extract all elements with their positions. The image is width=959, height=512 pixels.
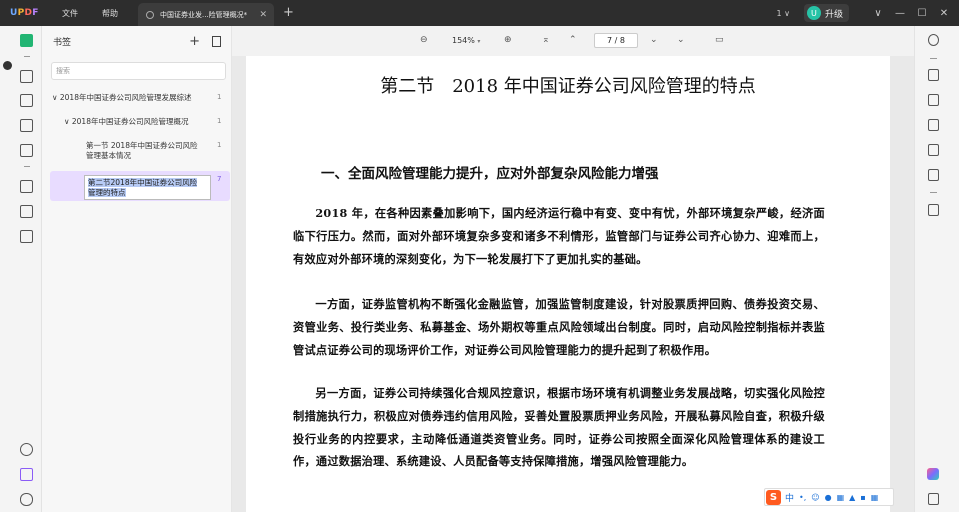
- ai-assistant-icon[interactable]: [927, 468, 939, 480]
- email-icon[interactable]: [928, 169, 939, 181]
- document-tab[interactable]: 中国证券业发...险管理概况* ✕: [138, 3, 274, 26]
- last-page-icon[interactable]: ⌄: [677, 35, 685, 45]
- protect-icon[interactable]: [20, 230, 33, 243]
- bookmark-count: 1: [217, 117, 222, 125]
- rail-divider: [24, 56, 30, 57]
- chevron-down-icon: ∨: [52, 93, 58, 102]
- rail-divider: [24, 166, 30, 167]
- protect-file-icon[interactable]: [928, 119, 939, 131]
- rail-divider: [930, 58, 937, 59]
- app-logo: UPDF: [10, 8, 39, 18]
- skin-icon[interactable]: ▲: [849, 493, 855, 502]
- reader-icon[interactable]: [20, 34, 33, 47]
- new-tab-icon[interactable]: +: [283, 5, 294, 20]
- chat-icon[interactable]: [928, 493, 939, 505]
- bookmark-item-2[interactable]: ∨ 2018年中国证券公司风险管理概况: [64, 117, 188, 127]
- edit-icon[interactable]: [20, 94, 33, 107]
- batch-icon[interactable]: [928, 69, 939, 81]
- section-title: 第二节 2018 年中国证券公司风险管理的特点: [380, 76, 756, 97]
- bookmark-panel-icon[interactable]: [20, 468, 33, 481]
- sogou-logo-icon: S: [766, 489, 781, 505]
- mic-icon[interactable]: ●: [825, 493, 832, 502]
- ime-language[interactable]: 中: [785, 491, 794, 504]
- bookmark-search-input[interactable]: 搜索: [51, 62, 226, 80]
- zoom-dropdown-icon: ▾: [477, 38, 481, 45]
- zoom-level[interactable]: 154% ▾: [452, 36, 480, 45]
- upgrade-label: 升级: [824, 9, 843, 20]
- rail-divider: [930, 192, 937, 193]
- page-number-input[interactable]: 7 / 8: [594, 33, 638, 48]
- right-tool-rail: [914, 26, 959, 512]
- view-toolbar: ⊖ 154% ▾ ⊕ ⌅ ⌃ 7 / 8 ⌄ ⌄ ▭: [232, 26, 914, 56]
- punctuation-icon[interactable]: •,: [799, 493, 806, 502]
- search-icon[interactable]: [928, 34, 939, 46]
- menu-file[interactable]: 文件: [62, 8, 78, 19]
- panel-title: 书签: [53, 37, 72, 48]
- menu-help[interactable]: 帮助: [102, 8, 118, 19]
- title-bar-right: 1 ∨ U 升级 ∨ — ☐ ✕: [776, 0, 959, 26]
- page-tools-icon[interactable]: [20, 144, 33, 157]
- bookmark-count: 1: [217, 141, 222, 149]
- upgrade-button[interactable]: U 升级: [803, 4, 849, 22]
- version-dropdown[interactable]: 1 ∨: [776, 9, 790, 18]
- paragraph: 2018 年，在各种因素叠加影响下，国内经济运行稳中有变、变中有忧，外部环境复杂…: [293, 206, 825, 266]
- ime-toolbar[interactable]: S 中 •, ☺ ● ▦ ▲ ▪ ▦: [764, 488, 894, 506]
- bookmark-count: 1: [217, 93, 222, 101]
- bookmark-item-3[interactable]: 第一节 2018年中国证券公司风险 管理基本情况: [86, 141, 197, 161]
- panel-header: 书签 +: [42, 26, 231, 56]
- form-icon[interactable]: [20, 119, 33, 132]
- maximize-icon[interactable]: ☐: [911, 8, 933, 19]
- paragraph: 一方面，证券监管机构不断强化金融监管，加强监管制度建设，针对股票质押回购、债券投…: [293, 297, 825, 357]
- overflow-icon[interactable]: ∨: [867, 8, 889, 19]
- keyboard-icon[interactable]: ▦: [837, 493, 845, 502]
- save-icon[interactable]: [928, 204, 939, 216]
- pdf-page: 第二节 2018 年中国证券公司风险管理的特点 一、全面风险管理能力提升，应对外…: [246, 56, 890, 512]
- zoom-out-icon[interactable]: ⊖: [420, 35, 428, 45]
- tab-doc-icon: [146, 10, 154, 19]
- convert-icon[interactable]: [928, 94, 939, 106]
- bookmark-item-1[interactable]: ∨ 2018年中国证券公司风险管理发展综述: [52, 93, 191, 103]
- tab-title: 中国证券业发...险管理概况*: [159, 10, 248, 19]
- bookmark-panel: 书签 + 搜索 ∨ 2018年中国证券公司风险管理发展综述 1 ∨ 2018年中…: [42, 26, 232, 512]
- next-page-icon[interactable]: ⌄: [650, 35, 658, 45]
- minimize-icon[interactable]: —: [889, 8, 911, 19]
- avatar: U: [806, 6, 821, 20]
- toolbox-icon[interactable]: ▪: [860, 493, 865, 502]
- collapse-dot-icon[interactable]: [3, 61, 12, 70]
- document-viewer[interactable]: 第二节 2018 年中国证券公司风险管理的特点 一、全面风险管理能力提升，应对外…: [232, 56, 914, 512]
- chevron-down-icon: ∨: [64, 117, 70, 126]
- close-tab-icon[interactable]: ✕: [259, 10, 267, 20]
- close-window-icon[interactable]: ✕: [933, 8, 955, 19]
- section-heading: 一、全面风险管理能力提升，应对外部复杂风险能力增强: [321, 166, 659, 182]
- bookmark-options-icon[interactable]: [212, 35, 221, 47]
- zoom-in-icon[interactable]: ⊕: [504, 35, 512, 45]
- crop-icon[interactable]: [20, 205, 33, 218]
- attachment-icon[interactable]: [20, 493, 33, 506]
- left-tool-rail: [0, 26, 42, 512]
- add-bookmark-icon[interactable]: +: [189, 34, 200, 49]
- emoji-icon[interactable]: ☺: [811, 493, 819, 502]
- first-page-icon[interactable]: ⌅: [542, 35, 550, 45]
- presentation-icon[interactable]: ▭: [715, 35, 724, 45]
- grid-menu-icon[interactable]: ▦: [871, 493, 879, 502]
- ocr-icon[interactable]: [20, 180, 33, 193]
- share-icon[interactable]: [928, 144, 939, 156]
- layers-icon[interactable]: [20, 443, 33, 456]
- bookmark-count: 7: [217, 175, 222, 183]
- bookmark-rename-input[interactable]: 第二节2018年中国证券公司风险 管理的特点: [84, 175, 211, 200]
- paragraph: 另一方面，证券公司持续强化合规风控意识，根据市场环境有机调整业务发展战略，切实强…: [293, 386, 825, 469]
- comment-icon[interactable]: [20, 70, 33, 83]
- prev-page-icon[interactable]: ⌃: [569, 35, 577, 45]
